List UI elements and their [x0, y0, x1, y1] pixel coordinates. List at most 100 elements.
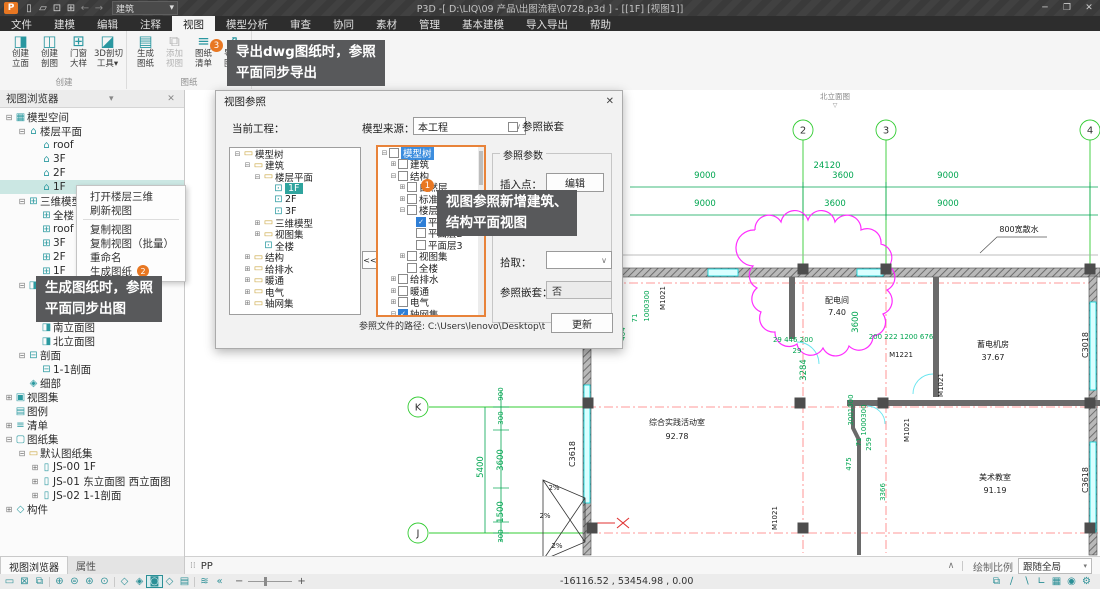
dialog-tree-item-暖通[interactable]: ⊞▭暖通 — [230, 275, 360, 287]
sidebar-item-图例[interactable]: ▤图例 — [0, 404, 184, 418]
checkbox-icon[interactable] — [407, 182, 417, 192]
expand-icon[interactable]: ⊞ — [253, 230, 262, 238]
checkbox-icon[interactable] — [407, 263, 417, 273]
context-menu-重命名[interactable]: 重命名 — [77, 250, 185, 264]
dialog-tree-item-全楼[interactable]: ⊡全楼 — [230, 240, 360, 252]
layers-icon[interactable]: ≋ — [197, 576, 212, 587]
menu-模型分析[interactable]: 模型分析 — [215, 16, 279, 31]
menu-建模[interactable]: 建模 — [43, 16, 86, 31]
sidebar-item-清单[interactable]: ⊞≡清单 — [0, 418, 184, 432]
menu-基本建模[interactable]: 基本建模 — [451, 16, 515, 31]
dialog-tree-item-模型树[interactable]: ⊟▭模型树 — [230, 148, 360, 160]
checkbox-icon[interactable] — [416, 240, 426, 250]
dialog-tree-item-2F[interactable]: ⊡2F — [230, 194, 360, 206]
pick-dropdown[interactable]: ∨ — [546, 251, 612, 269]
create-section-button[interactable]: ◫创建剖图 — [36, 33, 63, 69]
expand-icon[interactable]: ⊞ — [389, 160, 398, 168]
expand-icon[interactable]: ⊞ — [243, 253, 252, 261]
new-file-icon[interactable]: ▯ — [22, 3, 36, 14]
zoom-slider[interactable]: − + — [235, 576, 306, 587]
checkbox-icon[interactable] — [389, 148, 399, 158]
expand-icon[interactable]: ⊞ — [243, 299, 252, 307]
menu-注释[interactable]: 注释 — [129, 16, 172, 31]
expand-icon[interactable]: ⊟ — [4, 113, 14, 122]
dialog-tree-item-结构[interactable]: ⊞▭结构 — [230, 252, 360, 264]
zoom-slider-track[interactable] — [248, 581, 292, 582]
orbit-icon[interactable]: ⊛ — [82, 576, 97, 587]
sidebar-item-roof[interactable]: ⌂roof — [0, 138, 184, 152]
close-icon[interactable]: ✕ — [606, 96, 614, 107]
sidebar-item-1-1剖面[interactable]: ⊟1-1剖面 — [0, 362, 184, 376]
menu-管理[interactable]: 管理 — [408, 16, 451, 31]
sidebar-item-JS-02 1-1剖面[interactable]: ⊞▯JS-02 1-1剖面 — [0, 488, 184, 502]
expand-icon[interactable]: ⊞ — [243, 288, 252, 296]
zoom-slider-handle[interactable] — [264, 577, 267, 586]
view-top-icon[interactable]: ◇ — [162, 576, 177, 587]
create-elevation-button[interactable]: ◨创建立面 — [7, 33, 34, 69]
window-restore-icon[interactable]: ⧉ — [989, 576, 1004, 587]
menu-视图[interactable]: 视图 — [172, 16, 215, 31]
ref-nesting-checkbox[interactable]: 参照嵌套 — [508, 119, 564, 134]
angle-icon[interactable]: ∟ — [1034, 576, 1049, 587]
sidebar-item-北立面图[interactable]: ◨北立面图 — [0, 334, 184, 348]
menu-导入导出[interactable]: 导入导出 — [515, 16, 579, 31]
expand-icon[interactable]: ⊟ — [17, 127, 27, 136]
menu-审查[interactable]: 审查 — [279, 16, 322, 31]
walkthrough-icon[interactable]: ▤ — [177, 576, 192, 587]
context-menu-复制视图（批量）[interactable]: 复制视图（批量） — [77, 236, 185, 250]
sidebar-item-剖面[interactable]: ⊟⊟剖面 — [0, 348, 184, 362]
expand-icon[interactable]: ⊞ — [389, 298, 398, 306]
update-button[interactable]: 更新 — [551, 313, 613, 333]
sidebar-item-构件[interactable]: ⊞◇构件 — [0, 502, 184, 516]
expand-icon[interactable]: ⊞ — [243, 265, 252, 273]
current-project-tree[interactable]: ⊟▭模型树⊟▭建筑⊟▭楼层平面⊡1F⊡2F⊡3F⊞▭三维模型⊞▭视图集⊡全楼⊞▭… — [229, 147, 361, 315]
menu-文件[interactable]: 文件 — [0, 16, 43, 31]
expand-icon[interactable]: ⊟ — [17, 449, 27, 458]
dialog-tree-item-视图集[interactable]: ⊞▭视图集 — [230, 229, 360, 241]
crossing-window-icon[interactable]: ⊠ — [17, 576, 32, 587]
sidebar-item-楼层平面[interactable]: ⊟⌂楼层平面 — [0, 124, 184, 138]
drag-grip-icon[interactable]: ⁞⁞ — [185, 561, 201, 571]
checkbox-icon[interactable] — [416, 228, 426, 238]
dialog-tree-item-电气[interactable]: ⊞▭电气 — [230, 286, 360, 298]
3d-cut-tool-button[interactable]: ◪3D剖切工具▾ — [94, 33, 121, 69]
sidebar-item-细部[interactable]: ◈细部 — [0, 376, 184, 390]
expand-icon[interactable]: ⊞ — [398, 252, 407, 260]
expand-icon[interactable]: ⊟ — [380, 149, 389, 157]
menu-帮助[interactable]: 帮助 — [579, 16, 622, 31]
expand-icon[interactable]: ⊞ — [4, 393, 14, 402]
collapse-command-bar-button[interactable]: ∧ — [942, 561, 960, 571]
context-menu-刷新视图[interactable]: 刷新视图 — [77, 203, 185, 217]
zoom-in-button[interactable]: + — [297, 576, 305, 587]
sidebar-item-JS-01 东立面图 西立面图[interactable]: ⊞▯JS-01 东立面图 西立面图 — [0, 474, 184, 488]
settings-icon[interactable]: ⚙ — [1079, 576, 1094, 587]
restore-button[interactable]: ❐ — [1056, 3, 1078, 13]
menu-协同[interactable]: 协同 — [322, 16, 365, 31]
zoom-extents-icon[interactable]: ⊕ — [52, 576, 67, 587]
dialog-ref-item-轴网集[interactable]: ⊟✓轴网集 — [378, 308, 478, 317]
sidebar-item-JS-00 1F[interactable]: ⊞▯JS-00 1F — [0, 460, 184, 474]
expand-icon[interactable]: ⊟ — [4, 435, 14, 444]
expand-icon[interactable]: ⊞ — [30, 491, 40, 500]
checkbox-icon[interactable] — [398, 171, 408, 181]
checkbox-icon[interactable]: ✓ — [398, 309, 408, 317]
door-window-detail-button[interactable]: ⊞门窗大样 — [65, 33, 92, 69]
save-as-icon[interactable]: ⊞ — [64, 3, 78, 14]
workset-dropdown[interactable]: 建筑 ▾ — [112, 1, 178, 15]
grid-snap-icon[interactable]: ▦ — [1049, 576, 1064, 587]
osnap-icon[interactable]: ◉ — [1064, 576, 1079, 587]
panel-tab-视图浏览器[interactable]: 视图浏览器 — [0, 556, 68, 574]
view-back-icon[interactable]: ◈ — [132, 576, 147, 587]
panel-tab-属性[interactable]: 属性 — [68, 556, 104, 574]
sidebar-item-2F[interactable]: ⌂2F — [0, 166, 184, 180]
checkbox-icon[interactable] — [407, 205, 417, 215]
sidebar-item-图纸集[interactable]: ⊟▢图纸集 — [0, 432, 184, 446]
chevron-down-icon[interactable]: ▾ — [104, 94, 118, 104]
new-sheet-icon[interactable]: ▭ — [2, 576, 17, 587]
checkbox-icon[interactable] — [398, 297, 408, 307]
expand-icon[interactable]: ⊞ — [30, 463, 40, 472]
expand-icon[interactable]: ⊟ — [253, 173, 262, 181]
menu-编辑[interactable]: 编辑 — [86, 16, 129, 31]
sidebar-item-默认图纸集[interactable]: ⊟▭默认图纸集 — [0, 446, 184, 460]
expand-icon[interactable]: ⊞ — [30, 477, 40, 486]
